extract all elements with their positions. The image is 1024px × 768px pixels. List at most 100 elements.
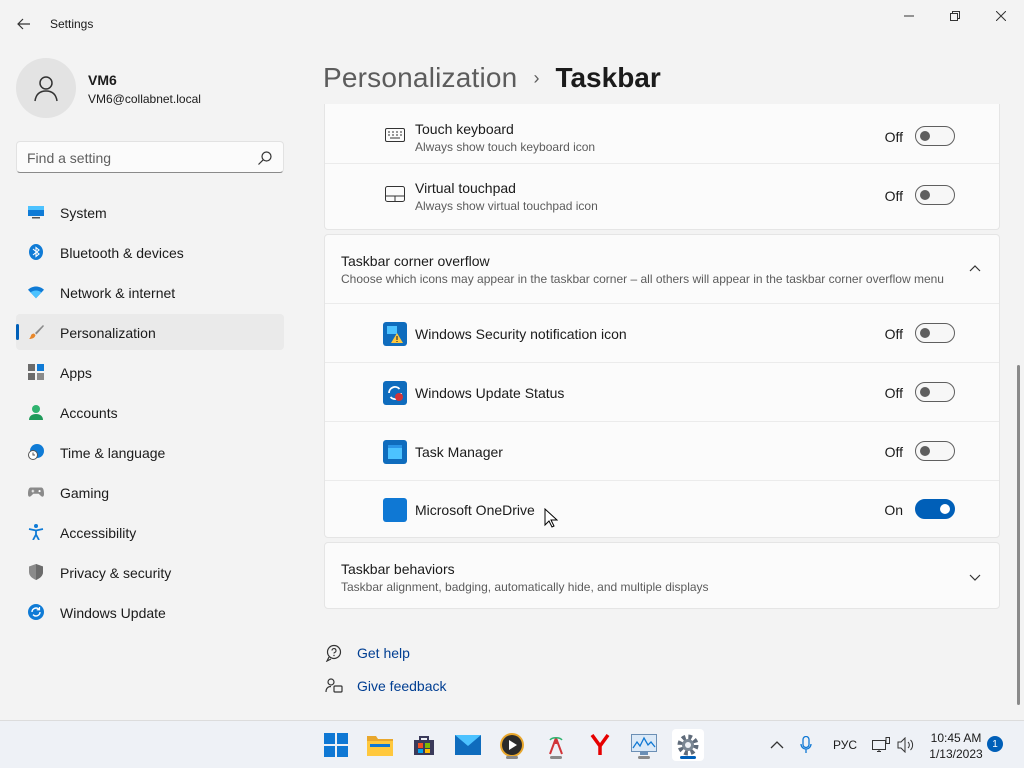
start-button[interactable] bbox=[320, 729, 352, 761]
back-arrow-icon bbox=[17, 18, 30, 30]
security-warning-icon bbox=[383, 322, 407, 346]
keyboard-icon bbox=[385, 125, 405, 145]
resource-monitor-icon bbox=[631, 734, 657, 755]
task-manager-icon bbox=[383, 440, 407, 464]
back-button[interactable] bbox=[10, 10, 38, 38]
network-monitor-icon bbox=[872, 737, 890, 752]
minimize-icon bbox=[904, 15, 914, 17]
sidebar-item-accounts[interactable]: Accounts bbox=[16, 394, 284, 430]
person-icon bbox=[28, 404, 44, 420]
touch-keyboard-row: Touch keyboard Always show touch keyboar… bbox=[325, 104, 999, 163]
yandex-browser-button[interactable] bbox=[584, 729, 616, 761]
sidebar-item-bluetooth[interactable]: Bluetooth & devices bbox=[16, 234, 284, 270]
virtual-touchpad-toggle[interactable] bbox=[915, 185, 955, 205]
update-status-toggle[interactable] bbox=[915, 382, 955, 402]
sidebar-item-windows-update[interactable]: Windows Update bbox=[16, 594, 284, 630]
settings-button[interactable] bbox=[672, 729, 704, 761]
virtual-touchpad-row: Virtual touchpad Always show virtual tou… bbox=[325, 163, 999, 222]
chevron-up-icon[interactable] bbox=[967, 261, 983, 277]
file-explorer-button[interactable] bbox=[364, 729, 396, 761]
store-icon bbox=[414, 736, 434, 755]
mail-button[interactable] bbox=[452, 729, 484, 761]
row-desc: Always show virtual touchpad icon bbox=[415, 199, 598, 213]
overflow-item-update-status: Windows Update Status Off bbox=[325, 362, 999, 421]
row-title: Virtual touchpad bbox=[415, 180, 516, 196]
sidebar-item-personalization[interactable]: Personalization bbox=[16, 314, 284, 350]
taskbar-behaviors-card[interactable]: Taskbar behaviors Taskbar alignment, bad… bbox=[324, 542, 1000, 609]
restore-button[interactable] bbox=[932, 0, 978, 32]
close-button[interactable] bbox=[978, 0, 1024, 32]
accessibility-icon bbox=[28, 524, 44, 540]
sidebar-item-apps[interactable]: Apps bbox=[16, 354, 284, 390]
show-hidden-icons-button[interactable] bbox=[761, 729, 793, 761]
monitor-icon bbox=[28, 204, 44, 220]
get-help-link[interactable]: Get help bbox=[324, 642, 410, 664]
sidebar-item-accessibility[interactable]: Accessibility bbox=[16, 514, 284, 550]
sidebar-item-label: Bluetooth & devices bbox=[60, 245, 184, 261]
clock[interactable]: 10:45 AM 1/13/2023 bbox=[924, 730, 988, 762]
restore-icon bbox=[950, 11, 960, 21]
overflow-header[interactable]: Taskbar corner overflow Choose which ico… bbox=[325, 235, 999, 303]
search-box[interactable] bbox=[16, 141, 284, 173]
sidebar-item-label: Accessibility bbox=[60, 525, 137, 541]
volume-button[interactable] bbox=[890, 729, 922, 761]
get-help-text[interactable]: Get help bbox=[357, 645, 410, 661]
clock-date: 1/13/2023 bbox=[929, 747, 983, 761]
toggle-state: Off bbox=[884, 385, 903, 401]
toggle-knob bbox=[920, 190, 930, 200]
toggle-knob bbox=[920, 328, 930, 338]
app-button-red-1[interactable] bbox=[540, 729, 572, 761]
sidebar-item-system[interactable]: System bbox=[16, 194, 284, 230]
sidebar-item-label: Network & internet bbox=[60, 285, 176, 301]
breadcrumb-parent[interactable]: Personalization bbox=[323, 62, 517, 94]
sidebar-item-gaming[interactable]: Gaming bbox=[16, 474, 284, 510]
sidebar-item-label: Accounts bbox=[60, 405, 118, 421]
media-player-button[interactable] bbox=[496, 729, 528, 761]
wifi-icon bbox=[28, 284, 44, 300]
sidebar-item-privacy[interactable]: Privacy & security bbox=[16, 554, 284, 590]
gamepad-icon bbox=[28, 484, 44, 500]
touch-keyboard-toggle[interactable] bbox=[915, 126, 955, 146]
row-title: Touch keyboard bbox=[415, 121, 514, 137]
minimize-button[interactable] bbox=[886, 0, 932, 32]
mouse-cursor-icon bbox=[544, 508, 558, 528]
user-card[interactable]: VM6 VM6@collabnet.local bbox=[16, 58, 286, 118]
chevron-down-icon[interactable] bbox=[967, 569, 983, 585]
user-name: VM6 bbox=[88, 72, 117, 88]
sidebar-item-network[interactable]: Network & internet bbox=[16, 274, 284, 310]
folder-icon bbox=[367, 736, 393, 756]
running-indicator bbox=[638, 756, 650, 759]
speaker-icon bbox=[897, 737, 914, 753]
row-title: Windows Update Status bbox=[415, 385, 565, 401]
settings-content[interactable]: Touch keyboard Always show touch keyboar… bbox=[324, 104, 1000, 720]
sidebar-item-time-language[interactable]: Time & language bbox=[16, 434, 284, 470]
pen-touch-card: Touch keyboard Always show touch keyboar… bbox=[324, 104, 1000, 230]
give-feedback-text[interactable]: Give feedback bbox=[357, 678, 447, 694]
toggle-state: Off bbox=[884, 188, 903, 204]
notification-badge[interactable]: 1 bbox=[987, 736, 1003, 752]
give-feedback-link[interactable]: Give feedback bbox=[324, 675, 447, 697]
section-title: Taskbar behaviors bbox=[341, 561, 455, 577]
sidebar-nav: System Bluetooth & devices Network & int… bbox=[16, 194, 284, 634]
help-icon bbox=[324, 643, 344, 663]
toggle-state: Off bbox=[884, 444, 903, 460]
resource-monitor-button[interactable] bbox=[628, 729, 660, 761]
microphone-button[interactable] bbox=[790, 729, 822, 761]
security-toggle[interactable] bbox=[915, 323, 955, 343]
apps-icon bbox=[28, 364, 44, 380]
toggle-state: On bbox=[884, 502, 903, 518]
overflow-item-task-manager: Task Manager Off bbox=[325, 421, 999, 480]
search-input[interactable] bbox=[27, 148, 247, 168]
onedrive-toggle[interactable] bbox=[915, 499, 955, 519]
scrollbar-thumb[interactable] bbox=[1017, 365, 1020, 705]
microphone-icon bbox=[800, 736, 812, 753]
running-indicator bbox=[506, 756, 518, 759]
running-indicator bbox=[680, 756, 696, 759]
task-manager-toggle[interactable] bbox=[915, 441, 955, 461]
store-button[interactable] bbox=[408, 729, 440, 761]
sidebar-item-label: Time & language bbox=[60, 445, 166, 461]
overflow-item-security: Windows Security notification icon Off bbox=[325, 303, 999, 362]
input-language[interactable]: РУС bbox=[833, 738, 857, 752]
toggle-state: Off bbox=[884, 129, 903, 145]
globe-clock-icon bbox=[28, 444, 44, 460]
